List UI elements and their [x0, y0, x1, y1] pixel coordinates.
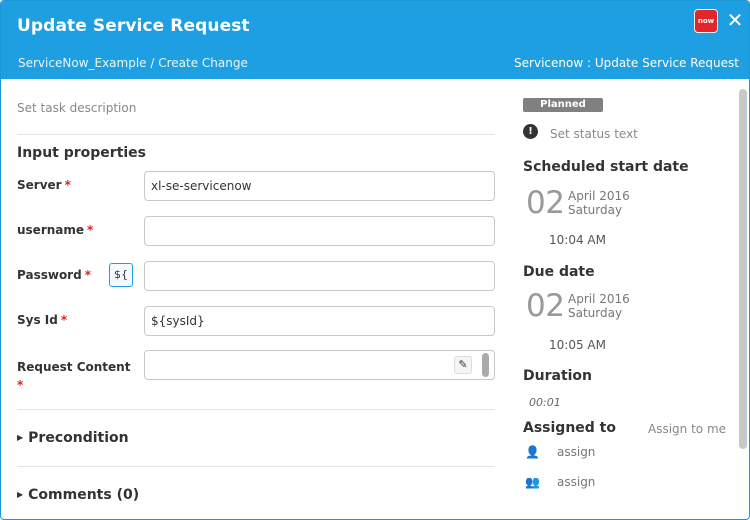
server-label-text: Server [17, 178, 62, 192]
dialog-header: Update Service Request ServiceNow_Exampl… [1, 1, 749, 79]
due-date-time[interactable]: 10:05 AM [549, 338, 606, 352]
scheduled-start-label: Scheduled start date [523, 159, 689, 175]
request-content-label-text: Request Content [17, 360, 131, 374]
caret-right-icon: ▶ [17, 432, 24, 442]
servicenow-logo-icon: now [694, 9, 718, 33]
comments-label: Comments (0) [28, 487, 140, 503]
task-description[interactable]: Set task description [17, 101, 136, 115]
username-input[interactable] [144, 216, 495, 246]
update-service-request-dialog: Update Service Request ServiceNow_Exampl… [0, 0, 750, 520]
sys-id-input[interactable]: ${sysId} [144, 306, 495, 336]
required-marker: * [84, 268, 91, 282]
precondition-label: Precondition [28, 430, 129, 446]
caret-right-icon: ▶ [17, 489, 24, 499]
assign-to-me-link[interactable]: Assign to me [648, 422, 726, 436]
precondition-toggle[interactable]: ▶ Precondition [17, 430, 129, 446]
plugin-label: Servicenow : Update Service Request [514, 56, 739, 70]
scheduled-start-day[interactable]: 02 [526, 185, 565, 221]
exclamation-icon: ! [523, 124, 538, 139]
server-input[interactable]: xl-se-servicenow [144, 171, 495, 201]
assign-user-row[interactable]: 👤 assign [525, 445, 595, 459]
dialog-body: Set task description Input properties Se… [1, 79, 749, 519]
username-label-text: username [17, 223, 85, 237]
sys-id-label: Sys Id * [17, 313, 67, 327]
status-badge[interactable]: Planned [523, 98, 603, 112]
duration-value[interactable]: 00:01 [529, 396, 561, 409]
assign-team-placeholder: assign [557, 475, 596, 489]
close-icon[interactable]: ✕ [725, 8, 745, 32]
due-date-month-year: April 2016 [568, 292, 630, 306]
password-label-text: Password [17, 268, 82, 282]
username-label: username * [17, 223, 93, 237]
variable-toggle-button[interactable]: ${ [109, 263, 133, 287]
due-date-day[interactable]: 02 [526, 288, 565, 324]
duration-label: Duration [523, 368, 593, 384]
required-marker: * [87, 223, 94, 237]
input-properties-title: Input properties [17, 145, 147, 161]
textarea-scrollbar[interactable] [482, 353, 489, 377]
breadcrumb: ServiceNow_Example / Create Change [18, 56, 248, 70]
server-label: Server * [17, 178, 71, 192]
scheduled-start-time[interactable]: 10:04 AM [549, 233, 606, 247]
assigned-to-label: Assigned to [523, 420, 616, 436]
divider [17, 134, 495, 135]
due-date-weekday: Saturday [568, 306, 623, 320]
divider [17, 466, 495, 467]
pencil-icon[interactable]: ✎ [454, 356, 472, 374]
comments-toggle[interactable]: ▶ Comments (0) [17, 487, 139, 503]
scheduled-start-weekday: Saturday [568, 203, 623, 217]
sys-id-label-text: Sys Id [17, 313, 58, 327]
team-icon: 👥 [525, 475, 540, 489]
due-date-label: Due date [523, 264, 595, 280]
divider [17, 409, 495, 410]
assign-team-row[interactable]: 👥 assign [525, 475, 595, 489]
password-input[interactable] [144, 261, 495, 291]
request-content-label: Request Content * [17, 358, 130, 394]
assign-user-placeholder: assign [557, 445, 596, 459]
required-marker: * [64, 178, 71, 192]
dialog-title: Update Service Request [17, 16, 250, 36]
request-content-textarea[interactable]: ✎ [144, 350, 495, 380]
status-text[interactable]: Set status text [550, 127, 638, 141]
vertical-scrollbar[interactable] [739, 89, 747, 449]
scheduled-start-month-year: April 2016 [568, 189, 630, 203]
required-marker: * [17, 378, 24, 392]
user-icon: 👤 [525, 445, 540, 459]
required-marker: * [60, 313, 68, 327]
password-label: Password * [17, 268, 91, 282]
